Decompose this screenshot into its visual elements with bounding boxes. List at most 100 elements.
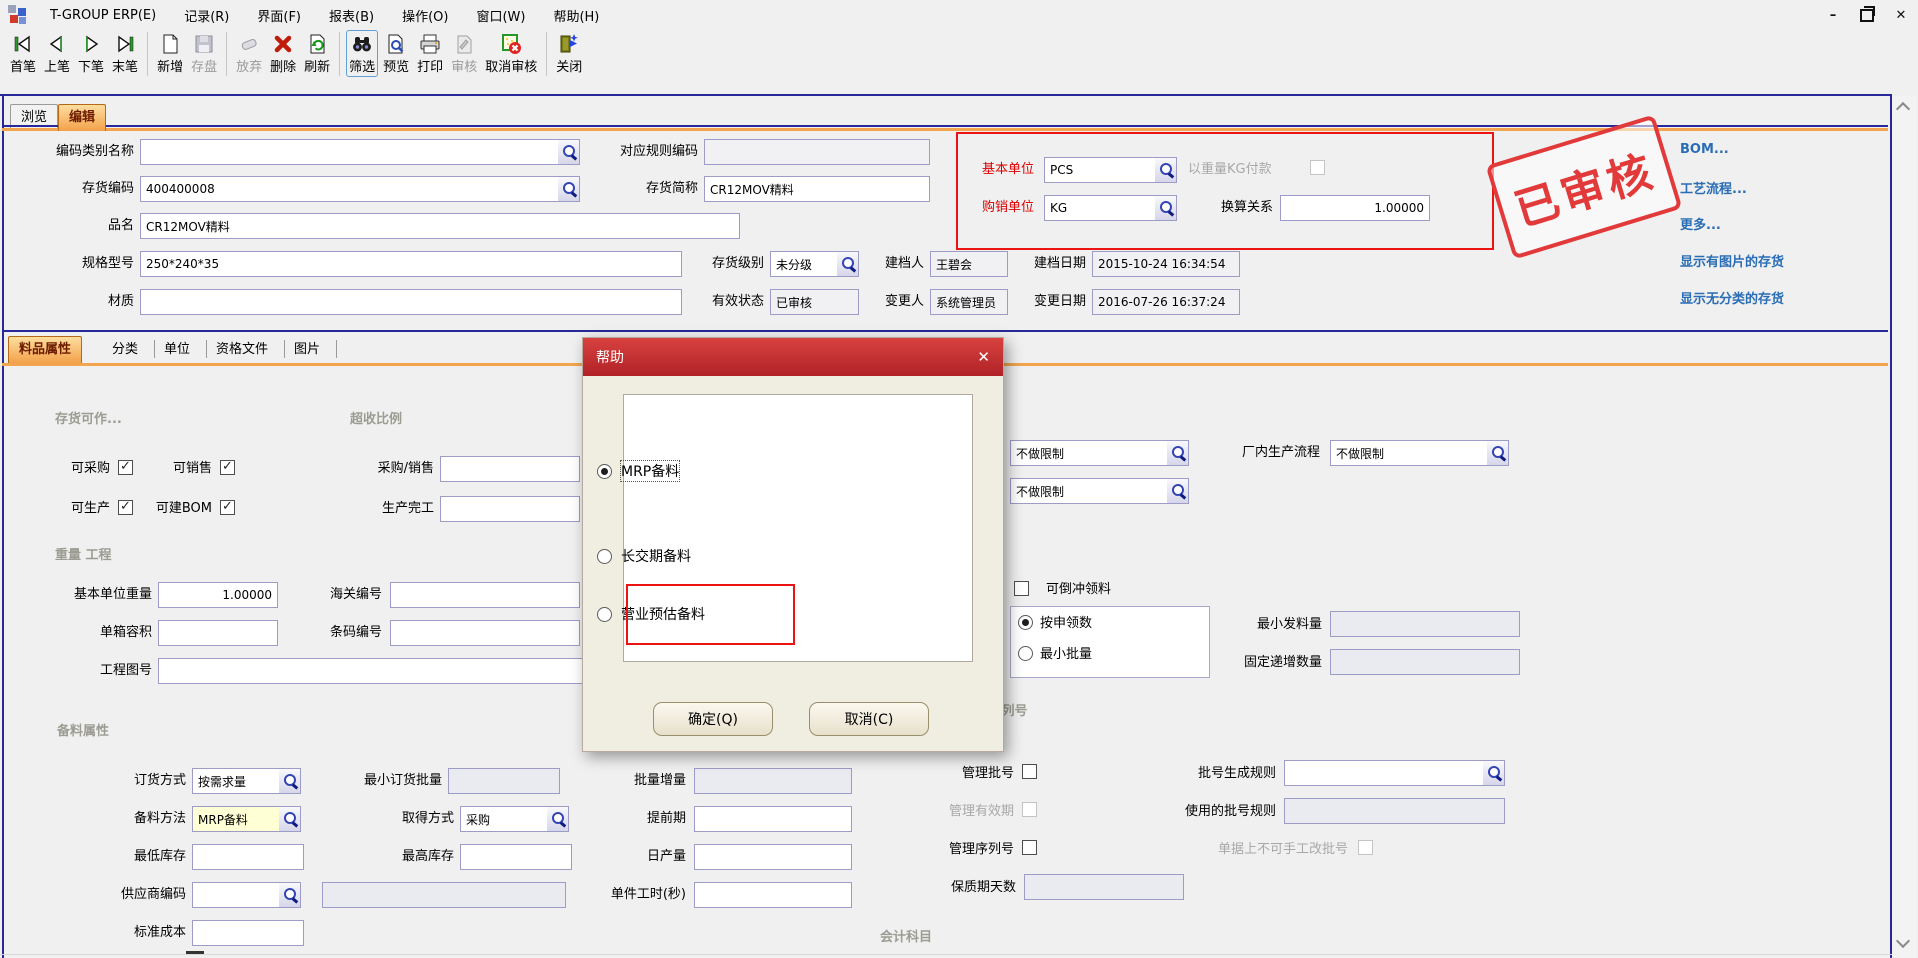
- by-request-radio[interactable]: [1018, 615, 1033, 630]
- limit1-input[interactable]: [1010, 440, 1168, 466]
- base-unit-input[interactable]: [1044, 157, 1156, 183]
- print-button[interactable]: 打印: [414, 30, 446, 77]
- base-weight-input[interactable]: [158, 582, 278, 608]
- close-window-button[interactable]: 关闭: [553, 30, 585, 77]
- subtab-category[interactable]: 分类: [112, 342, 152, 358]
- code-type-input[interactable]: [140, 139, 559, 165]
- delete-button[interactable]: 删除: [267, 30, 299, 77]
- ok-button[interactable]: 确定(Q): [653, 702, 773, 736]
- last-record-button[interactable]: 末笔: [109, 30, 141, 77]
- limit1-lookup-icon[interactable]: [1167, 440, 1189, 466]
- minimize-icon[interactable]: –: [1824, 6, 1842, 24]
- option-mrp[interactable]: MRP备料: [597, 461, 679, 481]
- limit2-lookup-icon[interactable]: [1167, 478, 1189, 504]
- material-input[interactable]: [140, 289, 682, 315]
- conversion-input[interactable]: [1280, 195, 1430, 221]
- can-bom-checkbox[interactable]: [220, 500, 235, 515]
- manage-serial-checkbox[interactable]: [1022, 840, 1037, 855]
- limit2-input[interactable]: [1010, 478, 1168, 504]
- sellable-checkbox[interactable]: [220, 460, 235, 475]
- inventory-level-input[interactable]: [770, 251, 838, 277]
- option-sales-forecast[interactable]: 营业预估备料: [597, 604, 705, 624]
- backflush-checkbox[interactable]: [1014, 581, 1029, 596]
- code-type-lookup-icon[interactable]: [558, 139, 580, 165]
- menu-window[interactable]: 窗口(W): [462, 2, 539, 29]
- more-link[interactable]: 更多...: [1680, 214, 1721, 233]
- next-record-button[interactable]: 下笔: [75, 30, 107, 77]
- batch-rule-lookup-icon[interactable]: [1483, 760, 1505, 786]
- option-long-lead[interactable]: 长交期备料: [597, 546, 691, 566]
- new-button[interactable]: 新增: [154, 30, 186, 77]
- prep-method-lookup-icon[interactable]: [279, 806, 301, 832]
- manage-batch-checkbox[interactable]: [1022, 764, 1037, 779]
- subtab-qualification[interactable]: 资格文件: [216, 342, 282, 358]
- code-type-label: 编码类别名称: [18, 144, 134, 160]
- order-way-input[interactable]: [192, 768, 280, 794]
- filter-button[interactable]: 筛选: [346, 30, 378, 77]
- spec-input[interactable]: [140, 251, 682, 277]
- vertical-scrollbar[interactable]: [1892, 96, 1916, 958]
- drawing-no-input[interactable]: [158, 658, 598, 684]
- inventory-short-input[interactable]: [704, 176, 930, 202]
- bom-link[interactable]: BOM...: [1680, 142, 1729, 157]
- supplier-code-lookup-icon[interactable]: [279, 882, 301, 908]
- prep-method-input[interactable]: [192, 806, 280, 832]
- max-stock-input[interactable]: [460, 844, 572, 870]
- std-cost-input[interactable]: [192, 920, 304, 946]
- menu-interface[interactable]: 界面(F): [243, 2, 315, 29]
- base-unit-lookup-icon[interactable]: [1155, 157, 1177, 183]
- scroll-down-icon[interactable]: [1898, 938, 1908, 948]
- rule-code-input[interactable]: [704, 139, 930, 165]
- trade-unit-lookup-icon[interactable]: [1155, 195, 1177, 221]
- first-record-button[interactable]: 首笔: [7, 30, 39, 77]
- menu-report[interactable]: 报表(B): [315, 2, 388, 29]
- process-flow-link[interactable]: 工艺流程...: [1680, 178, 1747, 197]
- producible-checkbox[interactable]: [118, 500, 133, 515]
- min-stock-input[interactable]: [192, 844, 304, 870]
- tab-edit[interactable]: 编辑: [58, 104, 106, 131]
- inventory-code-lookup-icon[interactable]: [558, 176, 580, 202]
- menu-help[interactable]: 帮助(H): [539, 2, 613, 29]
- show-with-picture-link[interactable]: 显示有图片的存货: [1680, 251, 1784, 270]
- barcode-input[interactable]: [390, 620, 580, 646]
- prod-done-ratio-input[interactable]: [440, 496, 580, 522]
- close-icon[interactable]: ✕: [1892, 6, 1910, 24]
- restore-icon[interactable]: [1858, 6, 1876, 24]
- prev-record-button[interactable]: 上笔: [41, 30, 73, 77]
- subtab-unit[interactable]: 单位: [164, 342, 204, 358]
- factory-flow-input[interactable]: [1330, 440, 1488, 466]
- box-volume-input[interactable]: [158, 620, 278, 646]
- lead-time-input[interactable]: [694, 806, 852, 832]
- acquire-way-input[interactable]: [460, 806, 548, 832]
- order-way-lookup-icon[interactable]: [279, 768, 301, 794]
- delete-x-icon: [271, 32, 295, 56]
- inventory-code-input[interactable]: [140, 176, 559, 202]
- trade-unit-input[interactable]: [1044, 195, 1156, 221]
- po-sale-ratio-input[interactable]: [440, 456, 580, 482]
- scroll-up-icon[interactable]: [1898, 102, 1908, 112]
- subtab-item-attributes[interactable]: 料品属性: [8, 336, 82, 363]
- menu-app[interactable]: T-GROUP ERP(E): [36, 4, 170, 27]
- menu-record[interactable]: 记录(R): [170, 2, 243, 29]
- cancel-audit-button[interactable]: 取消审核: [482, 30, 540, 77]
- supplier-code-input[interactable]: [192, 882, 280, 908]
- product-name-input[interactable]: [140, 213, 740, 239]
- factory-flow-lookup-icon[interactable]: [1487, 440, 1509, 466]
- inventory-level-lookup-icon[interactable]: [837, 251, 859, 277]
- help-dialog-titlebar[interactable]: 帮助 ✕: [583, 338, 1003, 376]
- acquire-way-lookup-icon[interactable]: [547, 806, 569, 832]
- preview-button[interactable]: 预览: [380, 30, 412, 77]
- subtab-picture[interactable]: 图片: [294, 342, 334, 358]
- show-uncategorized-link[interactable]: 显示无分类的存货: [1680, 288, 1784, 307]
- batch-rule-input[interactable]: [1284, 760, 1484, 786]
- customs-code-input[interactable]: [390, 582, 580, 608]
- refresh-button[interactable]: 刷新: [301, 30, 333, 77]
- unit-time-input[interactable]: [694, 882, 852, 908]
- min-stock-label: 最低库存: [116, 849, 186, 865]
- daily-output-input[interactable]: [694, 844, 852, 870]
- cancel-button[interactable]: 取消(C): [809, 702, 929, 736]
- menu-operation[interactable]: 操作(O): [388, 2, 462, 29]
- min-batch-radio[interactable]: [1018, 646, 1033, 661]
- purchasable-checkbox[interactable]: [118, 460, 133, 475]
- dialog-close-icon[interactable]: ✕: [977, 348, 990, 366]
